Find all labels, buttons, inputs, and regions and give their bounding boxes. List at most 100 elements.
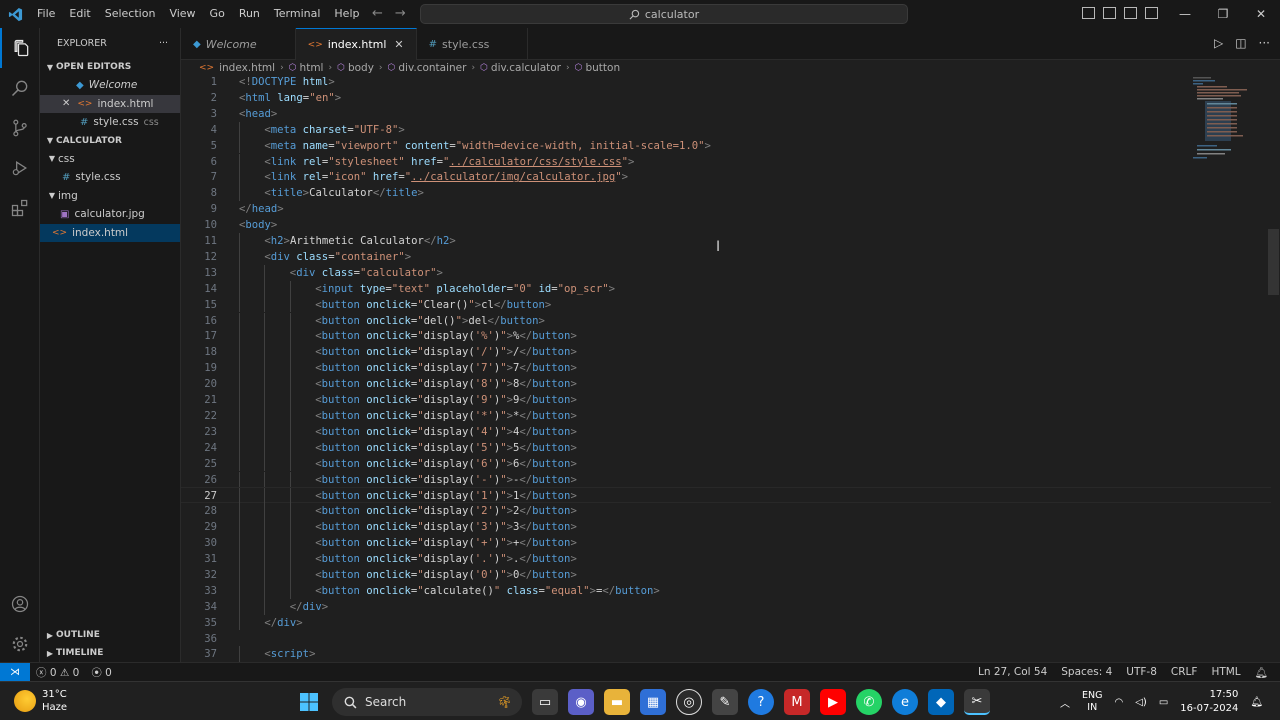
tree-folder-img[interactable]: ▼ img <box>40 187 180 206</box>
youtube-icon[interactable]: ▶ <box>820 689 846 715</box>
code-line[interactable]: 32 <button onclick="display('0')">0</butt… <box>181 566 1271 583</box>
tree-file-index-html[interactable]: <> index.html <box>40 223 180 242</box>
menu-item-terminal[interactable]: Terminal <box>267 0 328 28</box>
code-line[interactable]: 22 <button onclick="display('*')">*</butt… <box>181 407 1271 424</box>
back-arrow-icon[interactable]: ← <box>372 6 383 21</box>
indentation[interactable]: Spaces: 4 <box>1061 666 1112 678</box>
breadcrumb-file[interactable]: index.html <box>219 62 275 74</box>
mcafee-icon[interactable]: M <box>784 689 810 715</box>
menu-item-run[interactable]: Run <box>232 0 267 28</box>
language-mode[interactable]: HTML <box>1211 666 1240 678</box>
vscode-taskbar-icon[interactable]: ◆ <box>928 689 954 715</box>
breadcrumb-button[interactable]: button <box>585 62 620 74</box>
code-line[interactable]: 16 <button onclick="del()">del</button> <box>181 312 1271 329</box>
customize-layout-icon[interactable] <box>1145 7 1158 19</box>
accounts-icon[interactable] <box>0 584 40 624</box>
code-line[interactable]: 27 <button onclick="display('1')">1</butt… <box>181 487 1271 505</box>
outline-header[interactable]: ▶ OUTLINE <box>40 626 181 644</box>
help-icon[interactable]: ? <box>748 689 774 715</box>
code-editor[interactable]: I 1 <!DOCTYPE html> 2 <html lang="en"> 3 <hea… <box>181 75 1280 662</box>
run-debug-icon[interactable] <box>0 148 40 188</box>
code-line[interactable]: 9 </head> <box>181 201 1271 217</box>
code-line[interactable]: 5 <meta name="viewport" content="width=de… <box>181 137 1271 154</box>
forward-arrow-icon[interactable]: → <box>395 6 406 21</box>
breadcrumb-div-calculator[interactable]: div.calculator <box>491 62 561 74</box>
menu-item-help[interactable]: Help <box>327 0 366 28</box>
code-line[interactable]: 6 <link rel="stylesheet" href="../calcula… <box>181 153 1271 170</box>
minimize-button[interactable]: — <box>1166 0 1204 28</box>
code-line[interactable]: 35 </div> <box>181 614 1271 631</box>
clock[interactable]: 17:50 16-07-2024 <box>1180 688 1238 716</box>
breadcrumb-div-container[interactable]: div.container <box>398 62 466 74</box>
project-folder-header[interactable]: ▼ CALCULATOR <box>40 132 180 150</box>
open-editor-index-html[interactable]: ✕ <> index.html <box>40 94 180 113</box>
timeline-header[interactable]: ▶ TIMELINE <box>40 644 181 662</box>
end-of-line[interactable]: CRLF <box>1171 666 1198 678</box>
code-line[interactable]: 7 <link rel="icon" href="../calculator/im… <box>181 169 1271 186</box>
code-line[interactable]: 36 <box>181 631 1271 647</box>
tree-file-calculator-jpg[interactable]: ▣ calculator.jpg <box>40 205 180 224</box>
close-icon[interactable]: ✕ <box>62 98 70 109</box>
extensions-icon[interactable] <box>0 188 40 228</box>
tab-welcome[interactable]: ◆ Welcome <box>181 28 296 60</box>
tree-folder-css[interactable]: ▼ css <box>40 150 180 169</box>
browser-icon[interactable]: ◎ <box>676 689 702 715</box>
tab-index-html[interactable]: <> index.html ✕ <box>295 28 417 60</box>
code-line[interactable]: 13 <div class="calculator"> <box>181 264 1271 281</box>
code-line[interactable]: 29 <button onclick="display('3')">3</butt… <box>181 519 1271 536</box>
encoding[interactable]: UTF-8 <box>1126 666 1157 678</box>
split-editor-icon[interactable]: ◫ <box>1235 36 1246 50</box>
code-line[interactable]: 2 <html lang="en"> <box>181 90 1271 106</box>
code-line[interactable]: 15 <button onclick="Clear()">cl</button> <box>181 296 1271 313</box>
tree-file-style-css[interactable]: # style.css <box>40 168 180 187</box>
windows-start-icon[interactable] <box>296 689 322 715</box>
restore-button[interactable]: ❐ <box>1204 0 1242 28</box>
explorer-icon[interactable] <box>0 28 40 68</box>
breadcrumb-html[interactable]: html <box>300 62 324 74</box>
language-indicator[interactable]: ENG IN <box>1082 690 1102 714</box>
volume-icon[interactable]: ◁) <box>1135 697 1147 708</box>
toggle-primary-sidebar-icon[interactable] <box>1082 7 1095 19</box>
code-line[interactable]: 20 <button onclick="display('8')">8</butt… <box>181 376 1271 392</box>
close-window-button[interactable]: ✕ <box>1242 0 1280 28</box>
code-line[interactable]: 18 <button onclick="display('/')">/</butt… <box>181 344 1271 361</box>
menu-item-file[interactable]: File <box>30 0 62 28</box>
code-line[interactable]: 1 <!DOCTYPE html> <box>181 75 1271 90</box>
close-icon[interactable]: ✕ <box>394 38 403 51</box>
notepad-icon[interactable]: ✎ <box>712 689 738 715</box>
settings-gear-icon[interactable] <box>0 624 40 664</box>
toggle-panel-icon[interactable] <box>1103 7 1116 19</box>
menu-item-view[interactable]: View <box>162 0 202 28</box>
code-line[interactable]: 10 <body> <box>181 217 1271 233</box>
more-actions-icon[interactable]: ··· <box>1259 36 1270 50</box>
open-editor-welcome[interactable]: ◆ Welcome <box>40 76 180 95</box>
menu-item-selection[interactable]: Selection <box>98 0 163 28</box>
code-line[interactable]: 19 <button onclick="display('7')">7</butt… <box>181 360 1271 377</box>
more-actions-icon[interactable]: ··· <box>159 38 168 49</box>
tab-style-css[interactable]: # style.css <box>417 28 529 60</box>
notification-bell-icon[interactable]: 🔔︎ <box>1250 697 1263 708</box>
weather-widget[interactable]: 31°C Haze <box>14 688 67 714</box>
menu-item-go[interactable]: Go <box>203 0 232 28</box>
menu-item-edit[interactable]: Edit <box>62 0 97 28</box>
code-line[interactable]: 33 <button onclick="calculate()" class="e… <box>181 582 1271 599</box>
code-line[interactable]: 23 <button onclick="display('4')">4</butt… <box>181 423 1271 440</box>
source-control-icon[interactable] <box>0 108 40 148</box>
code-line[interactable]: 14 <input type="text" placeholder="0" id=… <box>181 280 1271 297</box>
wifi-icon[interactable]: ◠ <box>1114 697 1123 708</box>
store-icon[interactable]: ▦ <box>640 689 666 715</box>
code-line[interactable]: 8 <title>Calculator</title> <box>181 185 1271 202</box>
code-line[interactable]: 26 <button onclick="display('-')">-</butt… <box>181 471 1271 488</box>
open-editors-header[interactable]: ▼ OPEN EDITORS <box>40 58 180 76</box>
remote-indicator-icon[interactable]: ⋊ <box>0 662 30 682</box>
code-line[interactable]: 17 <button onclick="display('%')">%</butt… <box>181 328 1271 345</box>
code-line[interactable]: 31 <button onclick="display('.')">.</butt… <box>181 551 1271 567</box>
open-editor-style-css[interactable]: # style.css css <box>40 113 180 132</box>
ports-indicator[interactable]: ⦿ 0 <box>91 665 112 680</box>
run-icon[interactable]: ▷ <box>1214 36 1223 50</box>
cursor-position[interactable]: Ln 27, Col 54 <box>978 666 1047 678</box>
toggle-secondary-sidebar-icon[interactable] <box>1124 7 1137 19</box>
code-line[interactable]: 4 <meta charset="UTF-8"> <box>181 121 1271 138</box>
notifications-bell-icon[interactable]: 🔔︎ <box>1255 666 1268 679</box>
command-center-search[interactable]: calculator <box>420 4 908 24</box>
